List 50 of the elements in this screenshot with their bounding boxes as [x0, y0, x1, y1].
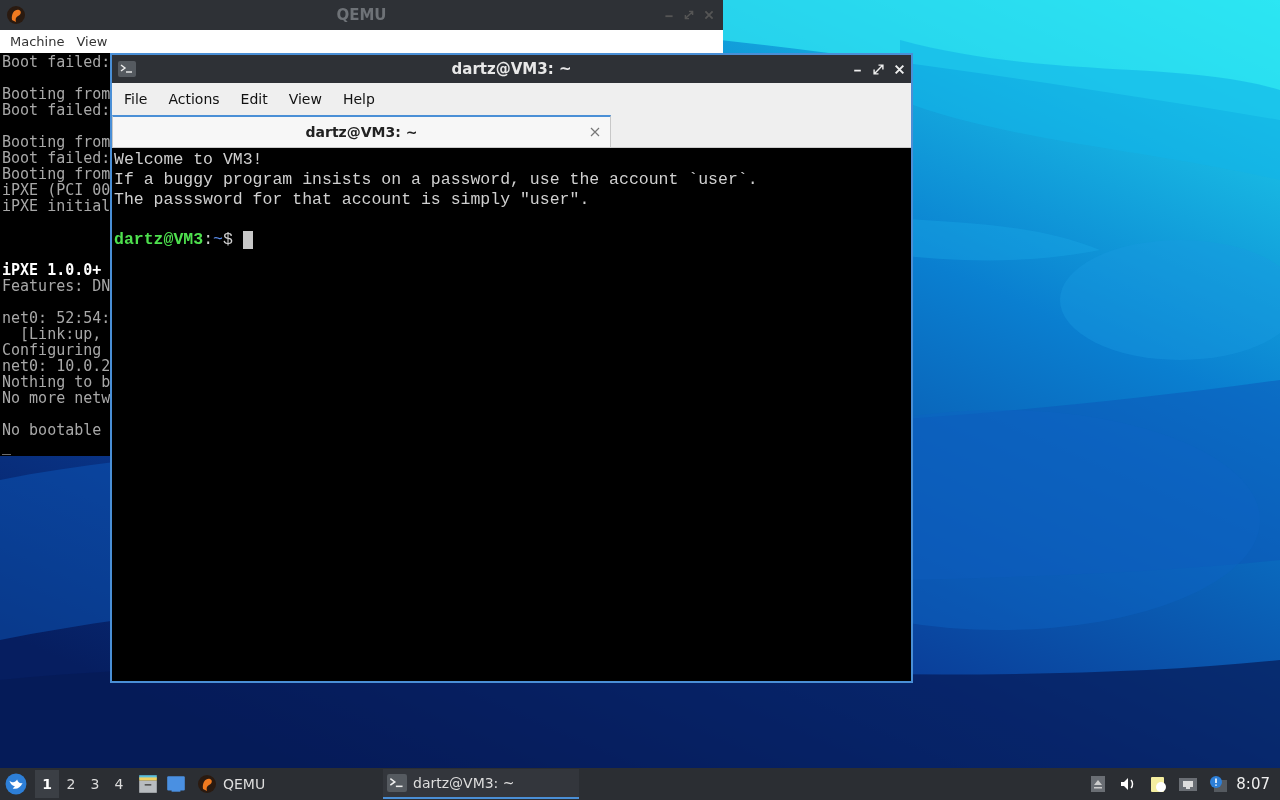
terminal-icon	[387, 773, 407, 793]
clipboard-icon[interactable]	[1148, 774, 1169, 794]
workspace-button[interactable]: 4	[107, 770, 131, 798]
menu-item[interactable]: File	[116, 90, 156, 107]
console-line: iPXE initial	[1, 198, 111, 214]
console-line: Boot failed:	[1, 150, 111, 166]
terminal-line: The passsword for that account is simply "user".	[114, 190, 590, 210]
menu-item[interactable]: View	[70, 34, 114, 49]
terminal-tab[interactable]: dartz@VM3: ~	[112, 115, 611, 147]
text-cursor	[242, 231, 253, 249]
menu-item[interactable]: Help	[334, 90, 383, 107]
console-line: net0: 52:54:	[1, 310, 111, 326]
menu-item[interactable]: Edit	[232, 90, 276, 107]
console-line: _	[1, 438, 12, 454]
bird-icon	[197, 774, 217, 794]
workspace-button[interactable]: 1	[35, 770, 59, 798]
bird-icon	[6, 5, 26, 25]
console-line: Features: DN	[1, 278, 111, 294]
workspace-button[interactable]: 3	[83, 770, 107, 798]
terminal-icon	[118, 61, 136, 77]
file-cabinet-icon[interactable]	[137, 773, 159, 795]
console-line: Booting from	[1, 86, 111, 102]
terminal-line: Welcome to VM3!	[114, 150, 263, 170]
console-line: [Link:up,	[20, 326, 102, 342]
console-line: Configuring	[1, 342, 102, 358]
console-line: iPXE 1.0.0+	[1, 262, 102, 278]
bird-logo-icon[interactable]	[5, 773, 27, 795]
console-line: iPXE (PCI 00	[1, 182, 111, 198]
menu-item[interactable]: Actions	[160, 90, 228, 107]
console-line: net0: 10.0.2	[1, 358, 111, 374]
window-title: dartz@VM3: ~	[451, 60, 572, 78]
tab-label: dartz@VM3: ~	[305, 124, 418, 140]
clock[interactable]: 8:07	[1236, 775, 1270, 793]
menu-item[interactable]: Machine	[4, 34, 71, 49]
terminal-line: If a buggy program insists on a password, use the account `user`.	[114, 170, 758, 190]
console-line: Boot failed:	[1, 102, 111, 118]
task-button[interactable]: QEMU	[193, 769, 383, 799]
shell-prompt: dartz@VM3:~$	[114, 230, 233, 250]
desktop-icon[interactable]	[165, 773, 187, 795]
console-line: No bootable	[1, 422, 102, 438]
console-line: Nothing to b	[1, 374, 111, 390]
menu-item[interactable]: View	[280, 90, 330, 107]
console-line: Booting from	[1, 166, 111, 182]
console-line: Booting from	[1, 134, 111, 150]
window-title: QEMU	[336, 6, 387, 24]
console-line: No more netw	[1, 390, 111, 406]
workspace-button[interactable]: 2	[59, 770, 83, 798]
notification-icon[interactable]	[1208, 774, 1229, 794]
task-button[interactable]: dartz@VM3: ~	[383, 769, 579, 799]
console-line: Boot failed:	[1, 54, 111, 70]
